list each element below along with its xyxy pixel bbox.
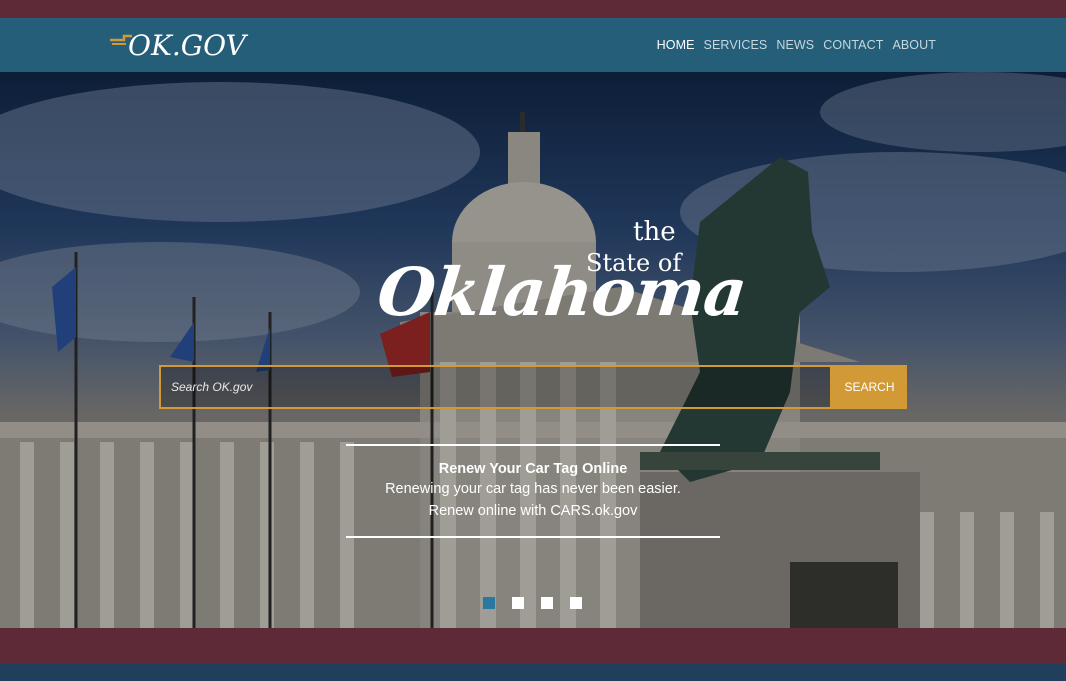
search-button[interactable]: SEARCH [832, 365, 907, 409]
search-input[interactable] [159, 365, 832, 409]
carousel-dot-4[interactable] [570, 597, 582, 609]
promo-title: Renew Your Car Tag Online [438, 461, 628, 477]
carousel-dot-2[interactable] [512, 597, 524, 609]
carousel-dots [483, 597, 582, 609]
nav-news[interactable]: NEWS [776, 38, 814, 52]
promo-line-2: Renew online with CARS.ok.gov [428, 503, 638, 519]
promo-line-1: Renewing your car tag has never been eas… [385, 481, 681, 497]
okgov-logo[interactable]: OK.GOV [108, 26, 258, 66]
search-bar: SEARCH [159, 365, 907, 409]
carousel-dot-1[interactable] [483, 597, 495, 609]
main-nav: HOME SERVICES NEWS CONTACT ABOUT [657, 18, 936, 72]
footer-strip [0, 664, 1066, 681]
nav-services[interactable]: SERVICES [704, 38, 768, 52]
hero-overlay [0, 72, 1066, 628]
top-band [0, 0, 1066, 18]
title-oklahoma: Oklahoma [373, 253, 750, 331]
nav-home[interactable]: HOME [657, 38, 695, 52]
nav-about[interactable]: ABOUT [892, 38, 936, 52]
promo-banner[interactable]: Renew Your Car Tag Online Renewing your … [346, 444, 720, 538]
nav-contact[interactable]: CONTACT [823, 38, 883, 52]
title-the: the [633, 217, 676, 247]
hero-carousel: the State of Oklahoma SEARCH Renew Your … [0, 72, 1066, 628]
carousel-dot-3[interactable] [541, 597, 553, 609]
bottom-band [0, 628, 1066, 664]
site-header: OK.GOV HOME SERVICES NEWS CONTACT ABOUT [0, 18, 1066, 73]
logo-text: OK.GOV [128, 29, 246, 62]
